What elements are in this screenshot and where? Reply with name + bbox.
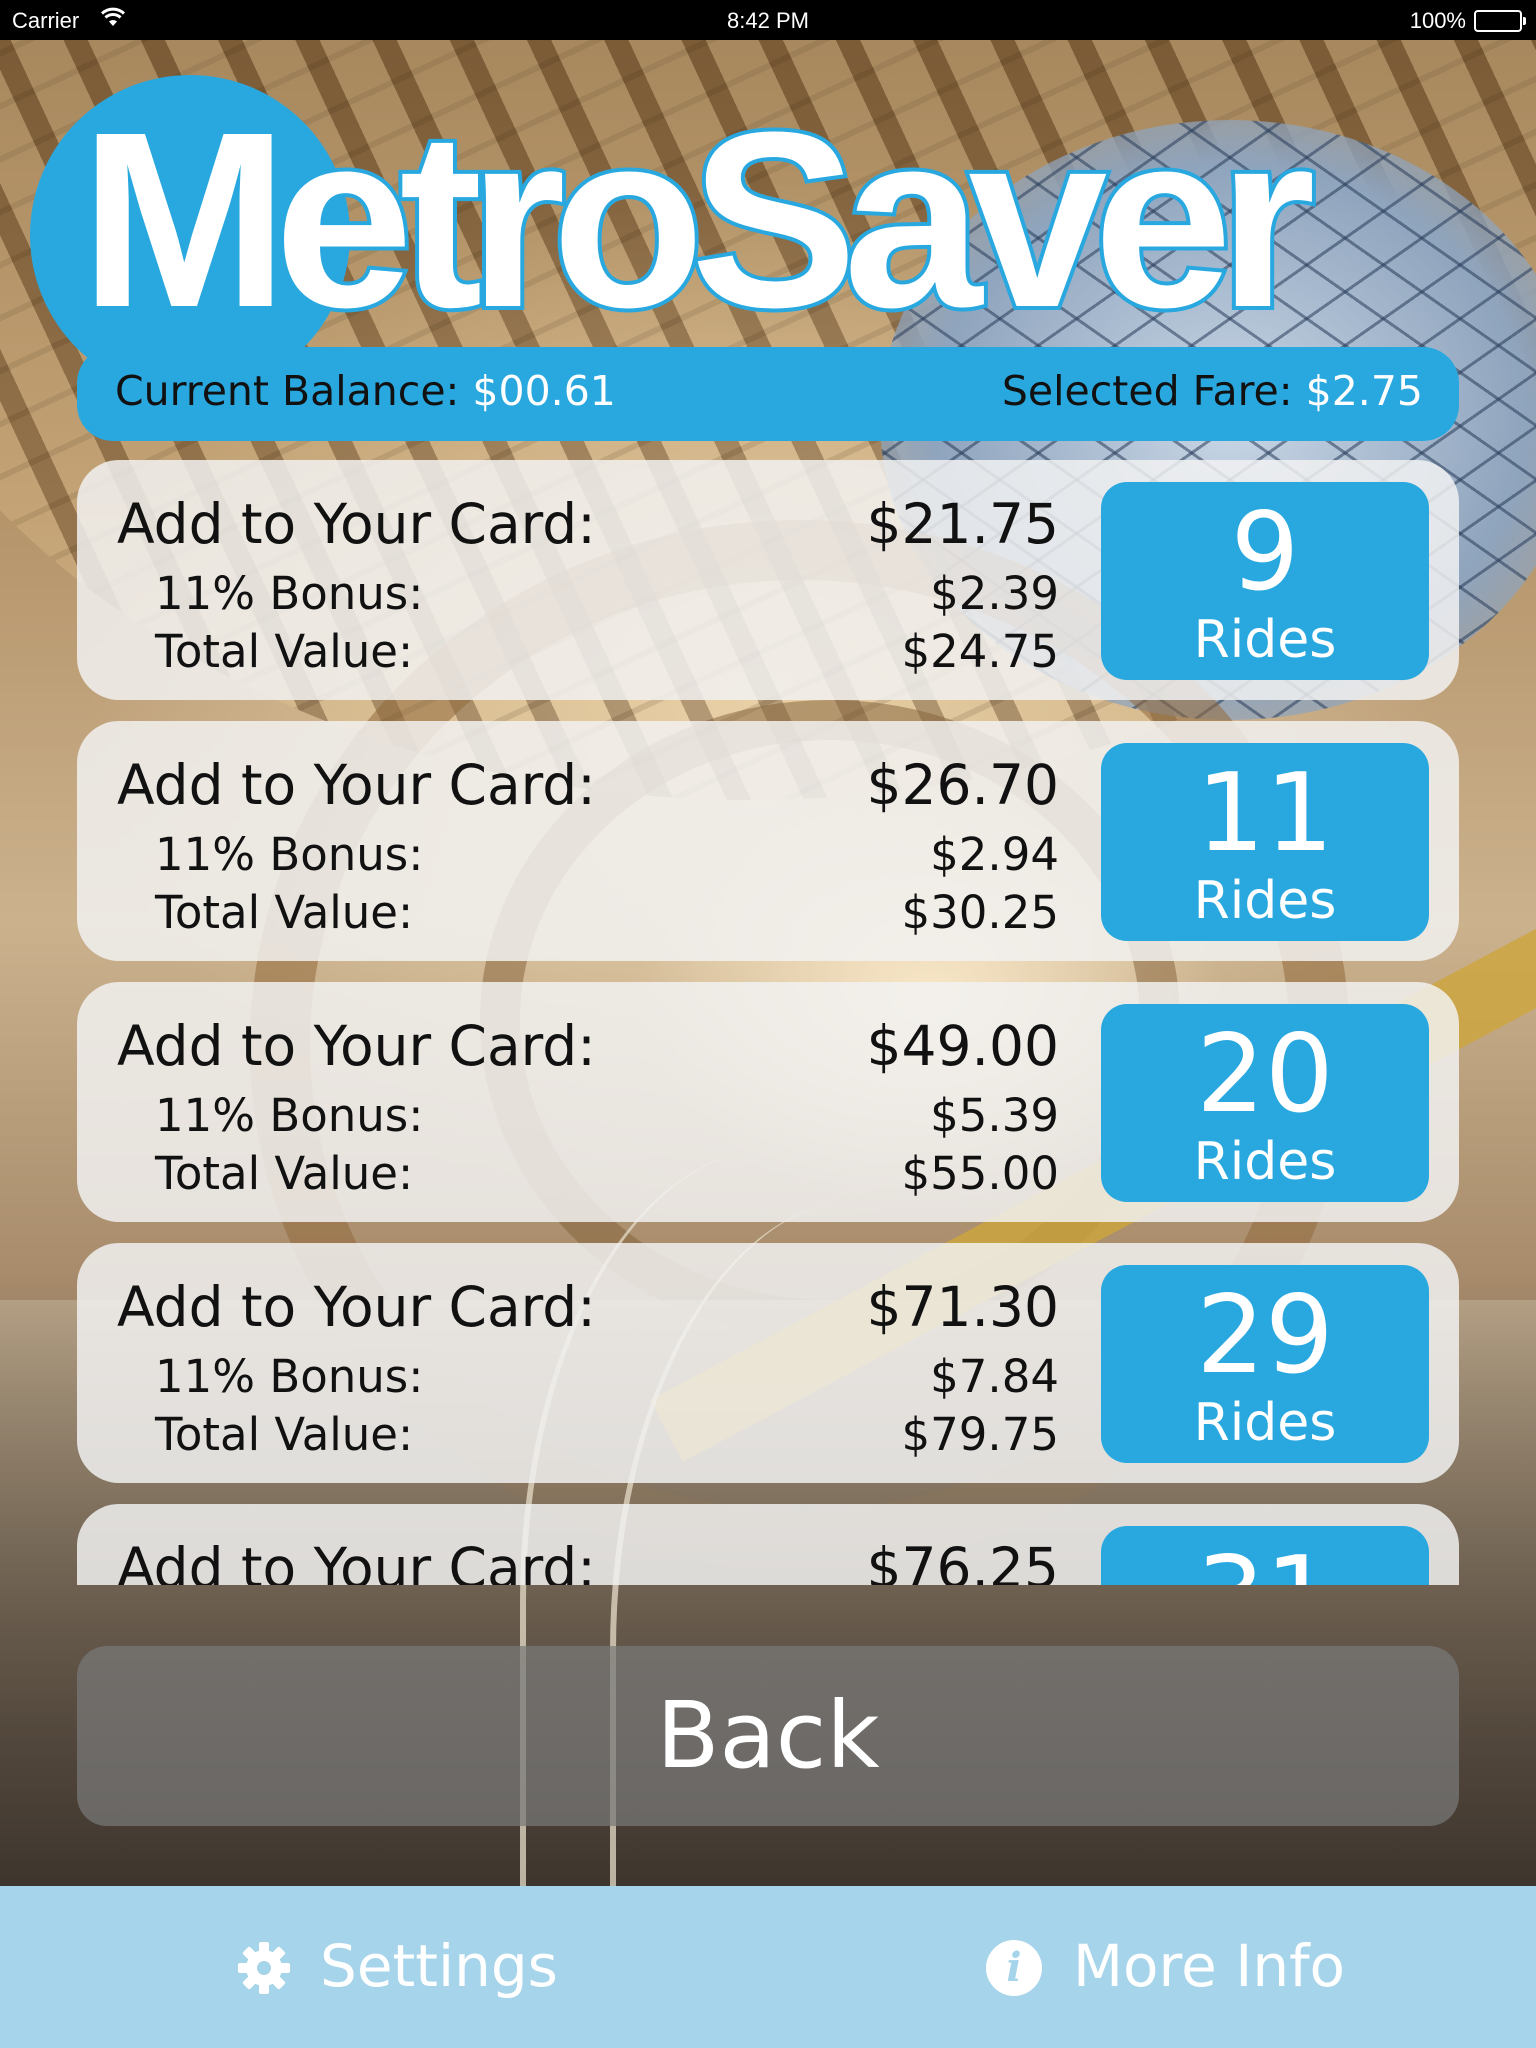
current-balance-value: $00.61 bbox=[472, 367, 616, 415]
current-balance: Current Balance: $00.61 bbox=[115, 367, 616, 415]
add-value-options-list[interactable]: Add to Your Card: $21.75 11% Bonus: $2.3… bbox=[0, 460, 1536, 1585]
tab-more-info[interactable]: i More Info bbox=[768, 1886, 1536, 2048]
option-card: Add to Your Card: $26.70 11% Bonus: $2.9… bbox=[77, 721, 1459, 961]
bonus-label: 11% Bonus: bbox=[155, 1350, 424, 1403]
gear-icon bbox=[236, 1940, 292, 1996]
bonus-value: $2.94 bbox=[930, 828, 1059, 881]
total-value: $55.00 bbox=[901, 1147, 1059, 1200]
balance-bar: Current Balance: $00.61 Selected Fare: $… bbox=[77, 347, 1459, 441]
add-label: Add to Your Card: bbox=[117, 1275, 596, 1339]
rides-count: 20 bbox=[1196, 1012, 1334, 1137]
rides-count: 11 bbox=[1196, 751, 1334, 876]
add-value: $71.30 bbox=[866, 1275, 1059, 1339]
add-label: Add to Your Card: bbox=[117, 1536, 596, 1585]
bonus-value: $5.39 bbox=[930, 1089, 1059, 1142]
rides-button-31[interactable]: 31 bbox=[1101, 1526, 1429, 1585]
add-label: Add to Your Card: bbox=[117, 492, 596, 556]
rides-button-20[interactable]: 20 Rides bbox=[1101, 1004, 1429, 1202]
app-logo: MetroSaver bbox=[76, 76, 1320, 363]
option-card: Add to Your Card: $21.75 11% Bonus: $2.3… bbox=[77, 460, 1459, 700]
bonus-label: 11% Bonus: bbox=[155, 1089, 424, 1142]
add-label: Add to Your Card: bbox=[117, 753, 596, 817]
bonus-label: 11% Bonus: bbox=[155, 567, 424, 620]
selected-fare-label: Selected Fare: bbox=[1001, 367, 1293, 415]
total-label: Total Value: bbox=[155, 1408, 414, 1461]
add-value: $21.75 bbox=[866, 492, 1059, 556]
add-value: $26.70 bbox=[866, 753, 1059, 817]
bonus-value: $2.39 bbox=[930, 567, 1059, 620]
bonus-value: $7.84 bbox=[930, 1350, 1059, 1403]
battery-icon bbox=[1474, 10, 1526, 32]
option-card: Add to Your Card: $49.00 11% Bonus: $5.3… bbox=[77, 982, 1459, 1222]
battery-percent: 100% bbox=[1409, 8, 1466, 33]
rides-button-11[interactable]: 11 Rides bbox=[1101, 743, 1429, 941]
tab-settings[interactable]: Settings bbox=[0, 1886, 768, 2048]
total-label: Total Value: bbox=[155, 625, 414, 678]
option-card: Add to Your Card: $71.30 11% Bonus: $7.8… bbox=[77, 1243, 1459, 1483]
rides-label: Rides bbox=[1193, 871, 1337, 931]
selected-fare-value: $2.75 bbox=[1305, 367, 1423, 415]
tab-bar: Settings i More Info bbox=[0, 1886, 1536, 2048]
total-label: Total Value: bbox=[155, 886, 414, 939]
clock: 8:42 PM bbox=[727, 8, 809, 33]
tab-more-info-label: More Info bbox=[1073, 1932, 1345, 2000]
rides-count: 9 bbox=[1230, 490, 1300, 615]
back-button[interactable]: Back bbox=[77, 1646, 1459, 1826]
total-value: $79.75 bbox=[901, 1408, 1059, 1461]
rides-count: 29 bbox=[1196, 1273, 1334, 1398]
option-card: Add to Your Card: $76.25 31 bbox=[77, 1504, 1459, 1585]
total-value: $30.25 bbox=[901, 886, 1059, 939]
info-icon: i bbox=[986, 1940, 1042, 1996]
bonus-label: 11% Bonus: bbox=[155, 828, 424, 881]
total-label: Total Value: bbox=[155, 1147, 414, 1200]
tab-settings-label: Settings bbox=[320, 1932, 558, 2000]
rides-button-9[interactable]: 9 Rides bbox=[1101, 482, 1429, 680]
rides-label: Rides bbox=[1193, 1132, 1337, 1192]
selected-fare: Selected Fare: $2.75 bbox=[1002, 367, 1423, 415]
status-bar: Carrier 8:42 PM 100% bbox=[0, 0, 1536, 40]
rides-button-29[interactable]: 29 Rides bbox=[1101, 1265, 1429, 1463]
add-value: $76.25 bbox=[866, 1536, 1059, 1585]
total-value: $24.75 bbox=[901, 625, 1059, 678]
rides-label: Rides bbox=[1193, 1393, 1337, 1453]
rides-count: 31 bbox=[1101, 1538, 1429, 1586]
add-value: $49.00 bbox=[866, 1014, 1059, 1078]
add-label: Add to Your Card: bbox=[117, 1014, 596, 1078]
current-balance-label: Current Balance: bbox=[115, 367, 460, 415]
rides-label: Rides bbox=[1193, 610, 1337, 670]
